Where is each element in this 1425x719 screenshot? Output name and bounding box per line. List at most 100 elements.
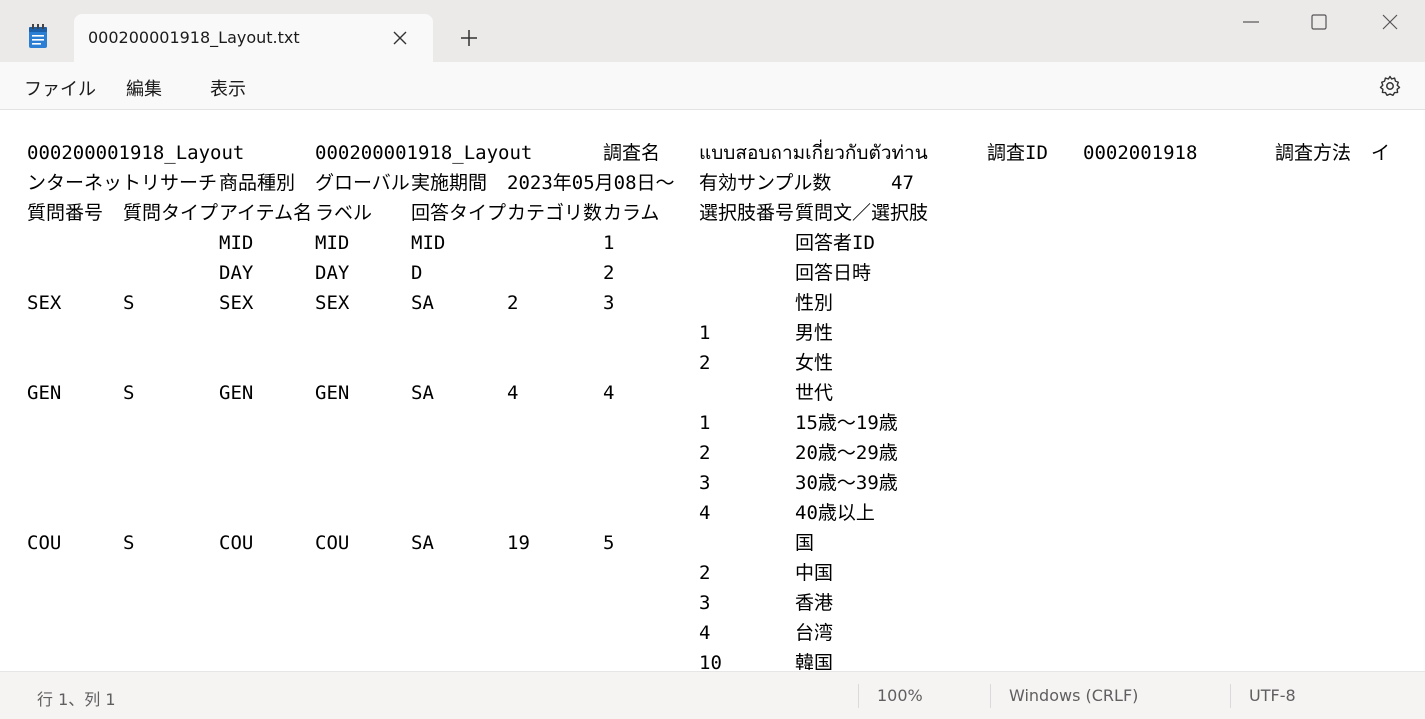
text-cell: 中国	[795, 562, 834, 584]
text-cell: 実施期間	[411, 172, 488, 194]
text-cell: イ	[1371, 142, 1391, 164]
text-cell: COU	[219, 532, 254, 554]
text-cell: 回答者ID	[795, 232, 875, 254]
text-cell: SEX	[315, 292, 350, 314]
text-cell: GEN	[27, 382, 62, 404]
text-cell: 性別	[795, 292, 834, 314]
text-cell: แบบสอบถามเกี่ยวกับตัวท่าน	[699, 142, 928, 164]
text-cell: 10	[699, 652, 722, 670]
maximize-icon[interactable]	[1296, 10, 1342, 34]
status-divider	[990, 684, 991, 708]
text-cell: 1	[699, 322, 711, 344]
text-cell: 女性	[795, 352, 834, 374]
text-cell: 韓国	[795, 652, 834, 670]
text-cell: 1	[699, 412, 711, 434]
text-cell: 4	[603, 382, 615, 404]
text-cell: S	[123, 532, 135, 554]
text-cell: 回答タイプ	[411, 202, 507, 224]
tab-file[interactable]: 000200001918_Layout.txt	[74, 14, 433, 62]
notepad-icon	[29, 24, 47, 48]
text-cell: 2	[699, 442, 711, 464]
text-cell: 2	[507, 292, 519, 314]
text-cell: SA	[411, 382, 434, 404]
text-cell: 2023年05月08日～	[507, 172, 675, 194]
text-cell: カテゴリ数	[507, 202, 603, 224]
menu-view[interactable]: 表示	[210, 75, 246, 101]
text-cell: S	[123, 382, 135, 404]
text-cell: GEN	[315, 382, 350, 404]
text-cell: 2	[603, 262, 615, 284]
text-cell: カラム	[603, 202, 660, 224]
title-bar: 000200001918_Layout.txt	[0, 0, 1425, 62]
menu-edit[interactable]: 編集	[126, 75, 162, 101]
new-tab-plus-icon[interactable]	[458, 27, 480, 49]
text-cell: グローバル	[315, 172, 410, 194]
text-cell: 19	[507, 532, 530, 554]
menu-bar: ファイル 編集 表示	[0, 62, 1425, 110]
cursor-position: 行 1、列 1	[37, 690, 116, 709]
close-tab-icon[interactable]	[389, 27, 411, 49]
text-cell: SA	[411, 532, 434, 554]
text-cell: MID	[315, 232, 350, 254]
text-cell: SEX	[219, 292, 254, 314]
minimize-icon[interactable]	[1228, 10, 1274, 34]
text-cell: GEN	[219, 382, 254, 404]
text-cell: 質問番号	[27, 202, 104, 224]
text-cell: 回答日時	[795, 262, 872, 284]
text-cell: 2	[699, 562, 711, 584]
text-cell: 2	[699, 352, 711, 374]
text-cell: 質問文／選択肢	[795, 202, 929, 224]
text-cell: MID	[219, 232, 254, 254]
text-cell: 3	[699, 472, 711, 494]
menu-file[interactable]: ファイル	[24, 75, 96, 101]
text-cell: MID	[411, 232, 446, 254]
text-cell: 有効サンプル数	[699, 172, 832, 194]
text-cell: 000200001918_Layout	[27, 142, 245, 164]
line-ending[interactable]: Windows (CRLF)	[1009, 686, 1138, 705]
text-cell: S	[123, 292, 135, 314]
text-cell: 20歳～29歳	[795, 442, 898, 464]
text-cell: 国	[795, 532, 815, 554]
text-cell: COU	[27, 532, 62, 554]
text-cell: 香港	[795, 592, 834, 614]
text-cell: 40歳以上	[795, 502, 875, 524]
text-cell: SA	[411, 292, 434, 314]
status-bar: 行 1、列 1 100% Windows (CRLF) UTF-8	[0, 671, 1425, 719]
text-cell: 47	[891, 172, 914, 194]
zoom-level[interactable]: 100%	[877, 686, 923, 705]
text-cell: 1	[603, 232, 615, 254]
text-cell: SEX	[27, 292, 62, 314]
tab-title: 000200001918_Layout.txt	[88, 28, 300, 47]
text-cell: 選択肢番号	[699, 202, 795, 224]
text-cell: 商品種別	[219, 172, 296, 194]
status-divider	[1230, 684, 1231, 708]
text-cell: COU	[315, 532, 350, 554]
text-cell: D	[411, 262, 423, 284]
text-cell: ンターネットリサーチ	[27, 172, 218, 194]
text-cell: 調査名	[603, 142, 661, 164]
text-cell: 世代	[795, 382, 834, 404]
text-cell: ラベル	[315, 202, 373, 224]
text-cell: 15歳～19歳	[795, 412, 898, 434]
text-cell: 3	[699, 592, 711, 614]
text-cell: 000200001918_Layout	[315, 142, 533, 164]
text-cell: 男性	[795, 322, 834, 344]
text-cell: 質問タイプ	[123, 202, 219, 224]
text-cell: 4	[699, 502, 711, 524]
text-editor[interactable]: 000200001918_Layout 000200001918_Layout 調査…	[0, 110, 1425, 670]
text-cell: 4	[507, 382, 519, 404]
text-cell: DAY	[219, 262, 254, 284]
text-cell: 調査ID	[987, 142, 1048, 164]
close-window-icon[interactable]	[1367, 10, 1413, 34]
file-encoding[interactable]: UTF-8	[1249, 686, 1296, 705]
text-cell: 台湾	[795, 622, 834, 644]
text-cell: 5	[603, 532, 615, 554]
text-cell: 30歳～39歳	[795, 472, 898, 494]
text-cell: DAY	[315, 262, 350, 284]
settings-gear-icon[interactable]	[1378, 74, 1402, 98]
text-cell: 3	[603, 292, 615, 314]
text-cell: 0002001918	[1083, 142, 1198, 164]
text-cell: 調査方法	[1275, 142, 1352, 164]
status-divider	[858, 684, 859, 708]
text-cell: アイテム名	[219, 202, 313, 224]
